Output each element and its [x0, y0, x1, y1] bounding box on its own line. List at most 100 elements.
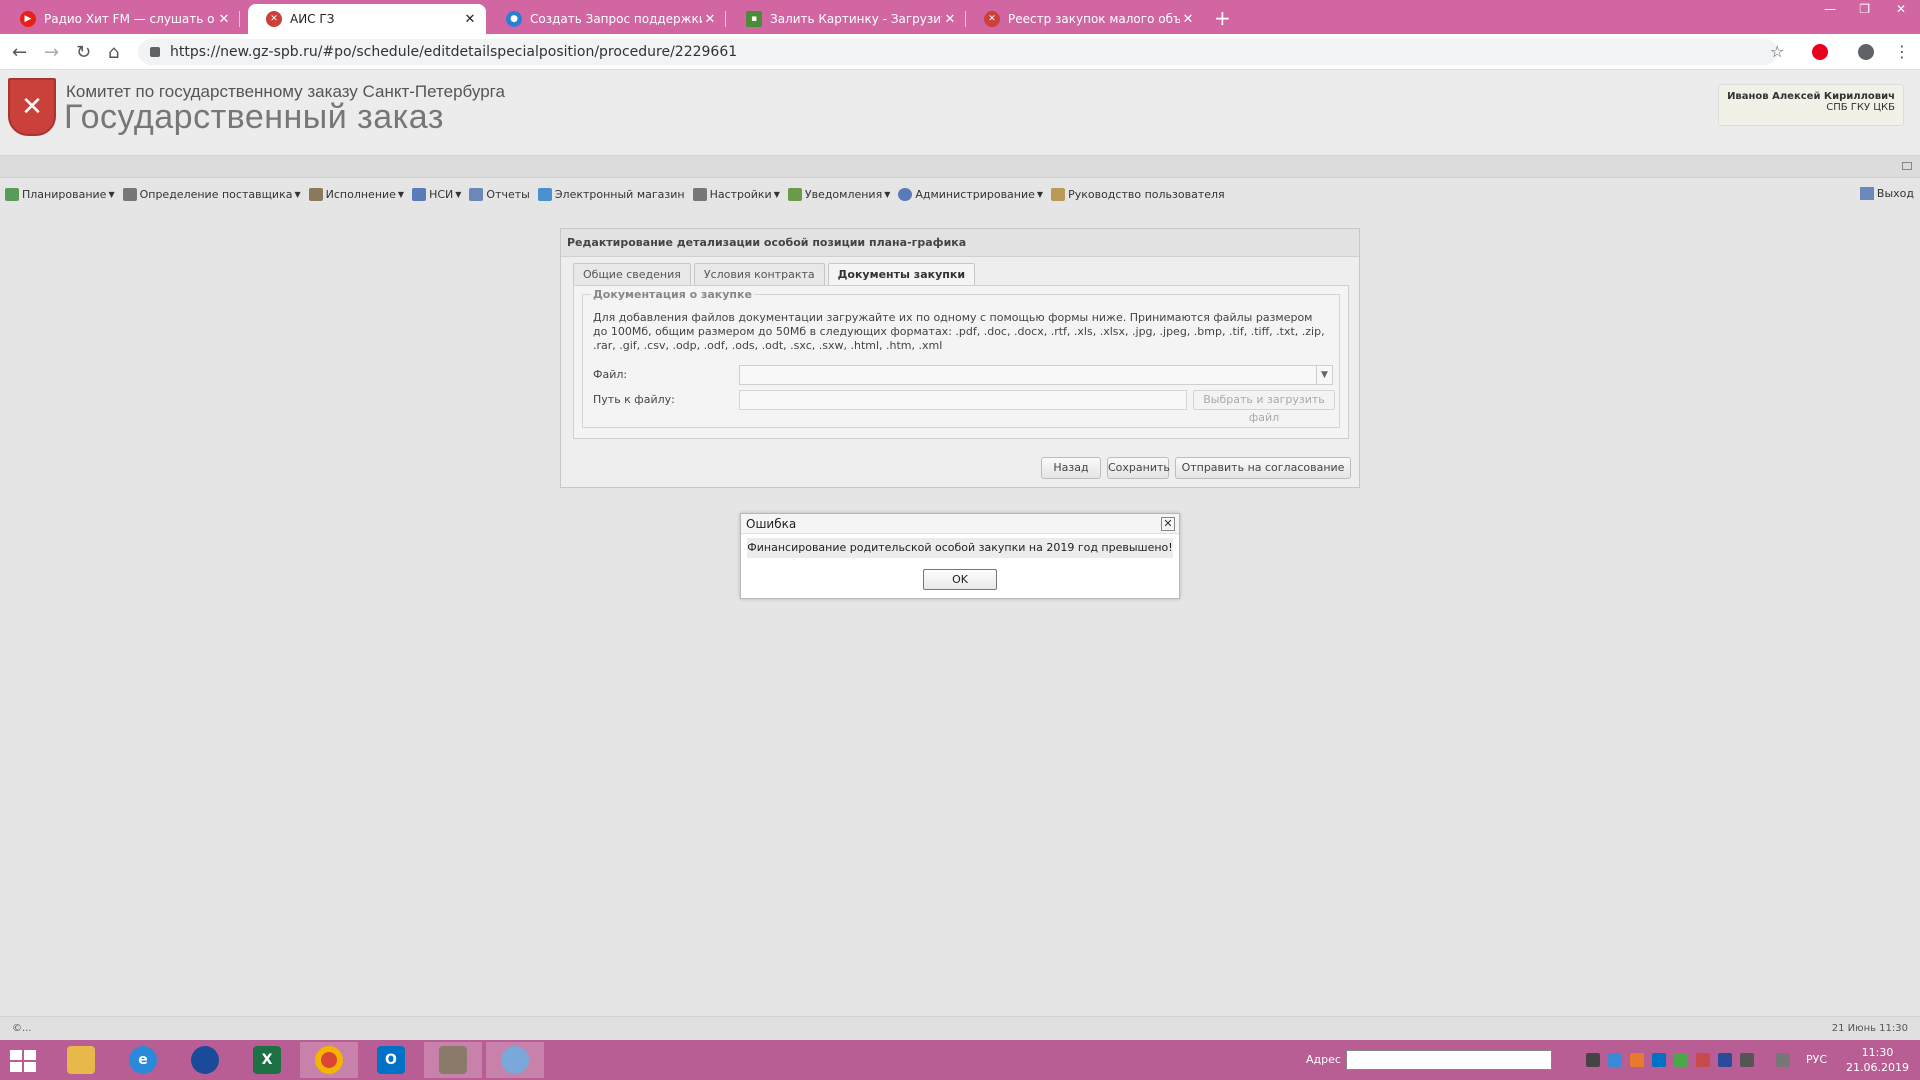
close-tab-icon[interactable]: ✕: [462, 12, 478, 27]
copyright: ©...: [12, 1023, 32, 1034]
excel-icon[interactable]: X: [238, 1042, 296, 1078]
adblock-icon[interactable]: [1812, 44, 1828, 60]
menu-label: Настройки: [709, 187, 772, 201]
ok-button[interactable]: OK: [923, 569, 997, 590]
upload-instructions: Для добавления файлов документации загру…: [593, 311, 1325, 352]
close-tab-icon[interactable]: ✕: [942, 12, 958, 27]
menu-admin[interactable]: Администрирование ▼: [898, 187, 1044, 201]
close-tab-icon[interactable]: ✕: [216, 12, 232, 27]
tab-general[interactable]: Общие сведения: [573, 263, 691, 285]
volume-icon[interactable]: [1776, 1053, 1790, 1067]
outlook-icon[interactable]: O: [362, 1042, 420, 1078]
ais-gz-icon: ✕: [266, 11, 282, 27]
nsi-icon: [412, 187, 427, 201]
back-button[interactable]: Назад: [1041, 457, 1101, 479]
windows-start-icon[interactable]: [10, 1050, 36, 1072]
menu-supplier[interactable]: Определение поставщика ▼: [122, 187, 301, 201]
clock[interactable]: 11:30 21.06.2019: [1846, 1045, 1909, 1075]
menu-label: Уведомления: [804, 187, 883, 201]
clock-time: 11:30: [1861, 1046, 1894, 1059]
internet-explorer-icon[interactable]: e: [114, 1042, 172, 1078]
chevron-down-icon: ▼: [455, 189, 462, 199]
menu-manual[interactable]: Руководство пользователя: [1051, 187, 1225, 201]
menu-execution[interactable]: Исполнение ▼: [308, 187, 405, 201]
menu-planning[interactable]: Планирование ▼: [5, 187, 115, 201]
app-icon[interactable]: [424, 1042, 482, 1078]
restore-icon[interactable]: ❐: [1859, 2, 1870, 16]
logout-button[interactable]: Выход: [1859, 187, 1914, 200]
tray-icon[interactable]: [1608, 1053, 1622, 1067]
menu-label: Исполнение: [325, 187, 396, 201]
close-icon[interactable]: ✕: [1161, 517, 1175, 531]
tray-icon[interactable]: [1586, 1053, 1600, 1067]
browser-tab-support[interactable]: ● Создать Запрос поддержки - А ✕: [488, 4, 726, 34]
address-toolbar-label: Адрес: [1306, 1053, 1341, 1066]
tab-title: Радио Хит FM — слушать о: [44, 12, 215, 26]
collapse-icon[interactable]: [1902, 162, 1912, 170]
menu-icon[interactable]: ⋮: [1894, 42, 1910, 61]
chevron-down-icon[interactable]: ▼: [1316, 366, 1332, 384]
tray-shield-icon[interactable]: [1674, 1053, 1688, 1067]
send-for-approval-button[interactable]: Отправить на согласование: [1175, 457, 1351, 479]
menu-reports[interactable]: Отчеты: [469, 187, 530, 201]
minimize-icon[interactable]: —: [1824, 2, 1836, 16]
browser-tab-ais-gz[interactable]: ✕ АИС ГЗ ✕: [248, 4, 486, 34]
save-button[interactable]: Сохранить: [1107, 457, 1170, 479]
menu-label: Электронный магазин: [554, 187, 685, 201]
tab-documents[interactable]: Документы закупки: [827, 263, 976, 285]
home-icon[interactable]: ⌂: [108, 42, 119, 63]
chevron-down-icon: ▼: [108, 189, 115, 199]
browser-tab-radio[interactable]: ▶ Радио Хит FM — слушать о ✕: [2, 4, 240, 34]
main-menu: Планирование ▼ Определение поставщика ▼ Ис…: [0, 182, 1920, 206]
tray-icon[interactable]: [1718, 1053, 1732, 1067]
image-icon: ▪: [746, 11, 762, 27]
user-org: СПБ ГКУ ЦКБ: [1826, 102, 1895, 113]
star-icon[interactable]: ☆: [1770, 42, 1784, 61]
paint-icon[interactable]: [486, 1042, 544, 1078]
file-explorer-icon[interactable]: [52, 1042, 110, 1078]
globe-icon: ●: [506, 11, 522, 27]
tab-title: АИС ГЗ: [290, 12, 335, 26]
browser-tab-upload-image[interactable]: ▪ Залить Картинку - Загрузить ф ✕: [728, 4, 966, 34]
file-combo[interactable]: ▼: [739, 365, 1333, 385]
tray-outlook-icon[interactable]: [1652, 1053, 1666, 1067]
chevron-down-icon: ▼: [773, 189, 780, 199]
reload-icon[interactable]: ↻: [76, 42, 91, 63]
header-strip: [0, 156, 1920, 178]
tab-title: Создать Запрос поддержки - А: [530, 12, 702, 26]
forward-icon[interactable]: →: [44, 42, 59, 63]
network-icon[interactable]: [1740, 1053, 1754, 1067]
path-label: Путь к файлу:: [593, 393, 675, 406]
browser-tab-registry[interactable]: ✕ Реестр закупок малого объема ✕: [966, 4, 1204, 34]
dialog-title: Ошибка: [741, 514, 1179, 534]
coat-of-arms-logo: ✕: [8, 78, 56, 136]
menu-settings[interactable]: Настройки ▼: [692, 187, 780, 201]
planning-icon: [5, 187, 19, 201]
upload-file-button[interactable]: Выбрать и загрузить файл: [1193, 390, 1335, 424]
reports-icon: [469, 187, 484, 201]
error-dialog: Ошибка ✕ Финансирование родительской осо…: [740, 513, 1180, 599]
tab-contract-terms[interactable]: Условия контракта: [693, 263, 825, 285]
close-tab-icon[interactable]: ✕: [702, 12, 718, 27]
chevron-down-icon: ▼: [1036, 189, 1044, 199]
back-icon[interactable]: ←: [12, 42, 27, 63]
language-indicator[interactable]: РУС: [1806, 1053, 1827, 1066]
chevron-down-icon: ▼: [397, 189, 405, 199]
address-toolbar-input[interactable]: [1346, 1050, 1552, 1070]
new-tab-button[interactable]: +: [1214, 6, 1231, 30]
profile-icon[interactable]: [1858, 44, 1874, 60]
tray-icon[interactable]: [1630, 1053, 1644, 1067]
file-path-input[interactable]: [739, 390, 1187, 410]
tray-icon[interactable]: [1696, 1053, 1710, 1067]
close-tab-icon[interactable]: ✕: [1180, 12, 1196, 27]
close-window-icon[interactable]: ✕: [1896, 2, 1906, 16]
browser-globe-icon[interactable]: [176, 1042, 234, 1078]
url-input[interactable]: https://new.gz-spb.ru/#po/schedule/editd…: [138, 39, 1778, 65]
admin-icon: [898, 187, 913, 201]
chrome-icon[interactable]: [300, 1042, 358, 1078]
error-message: Финансирование родительской особой закуп…: [747, 538, 1173, 558]
logout-icon: [1859, 187, 1874, 200]
menu-shop[interactable]: Электронный магазин: [537, 187, 685, 201]
menu-nsi[interactable]: НСИ ▼: [412, 187, 462, 201]
menu-notifications[interactable]: Уведомления ▼: [787, 187, 890, 201]
